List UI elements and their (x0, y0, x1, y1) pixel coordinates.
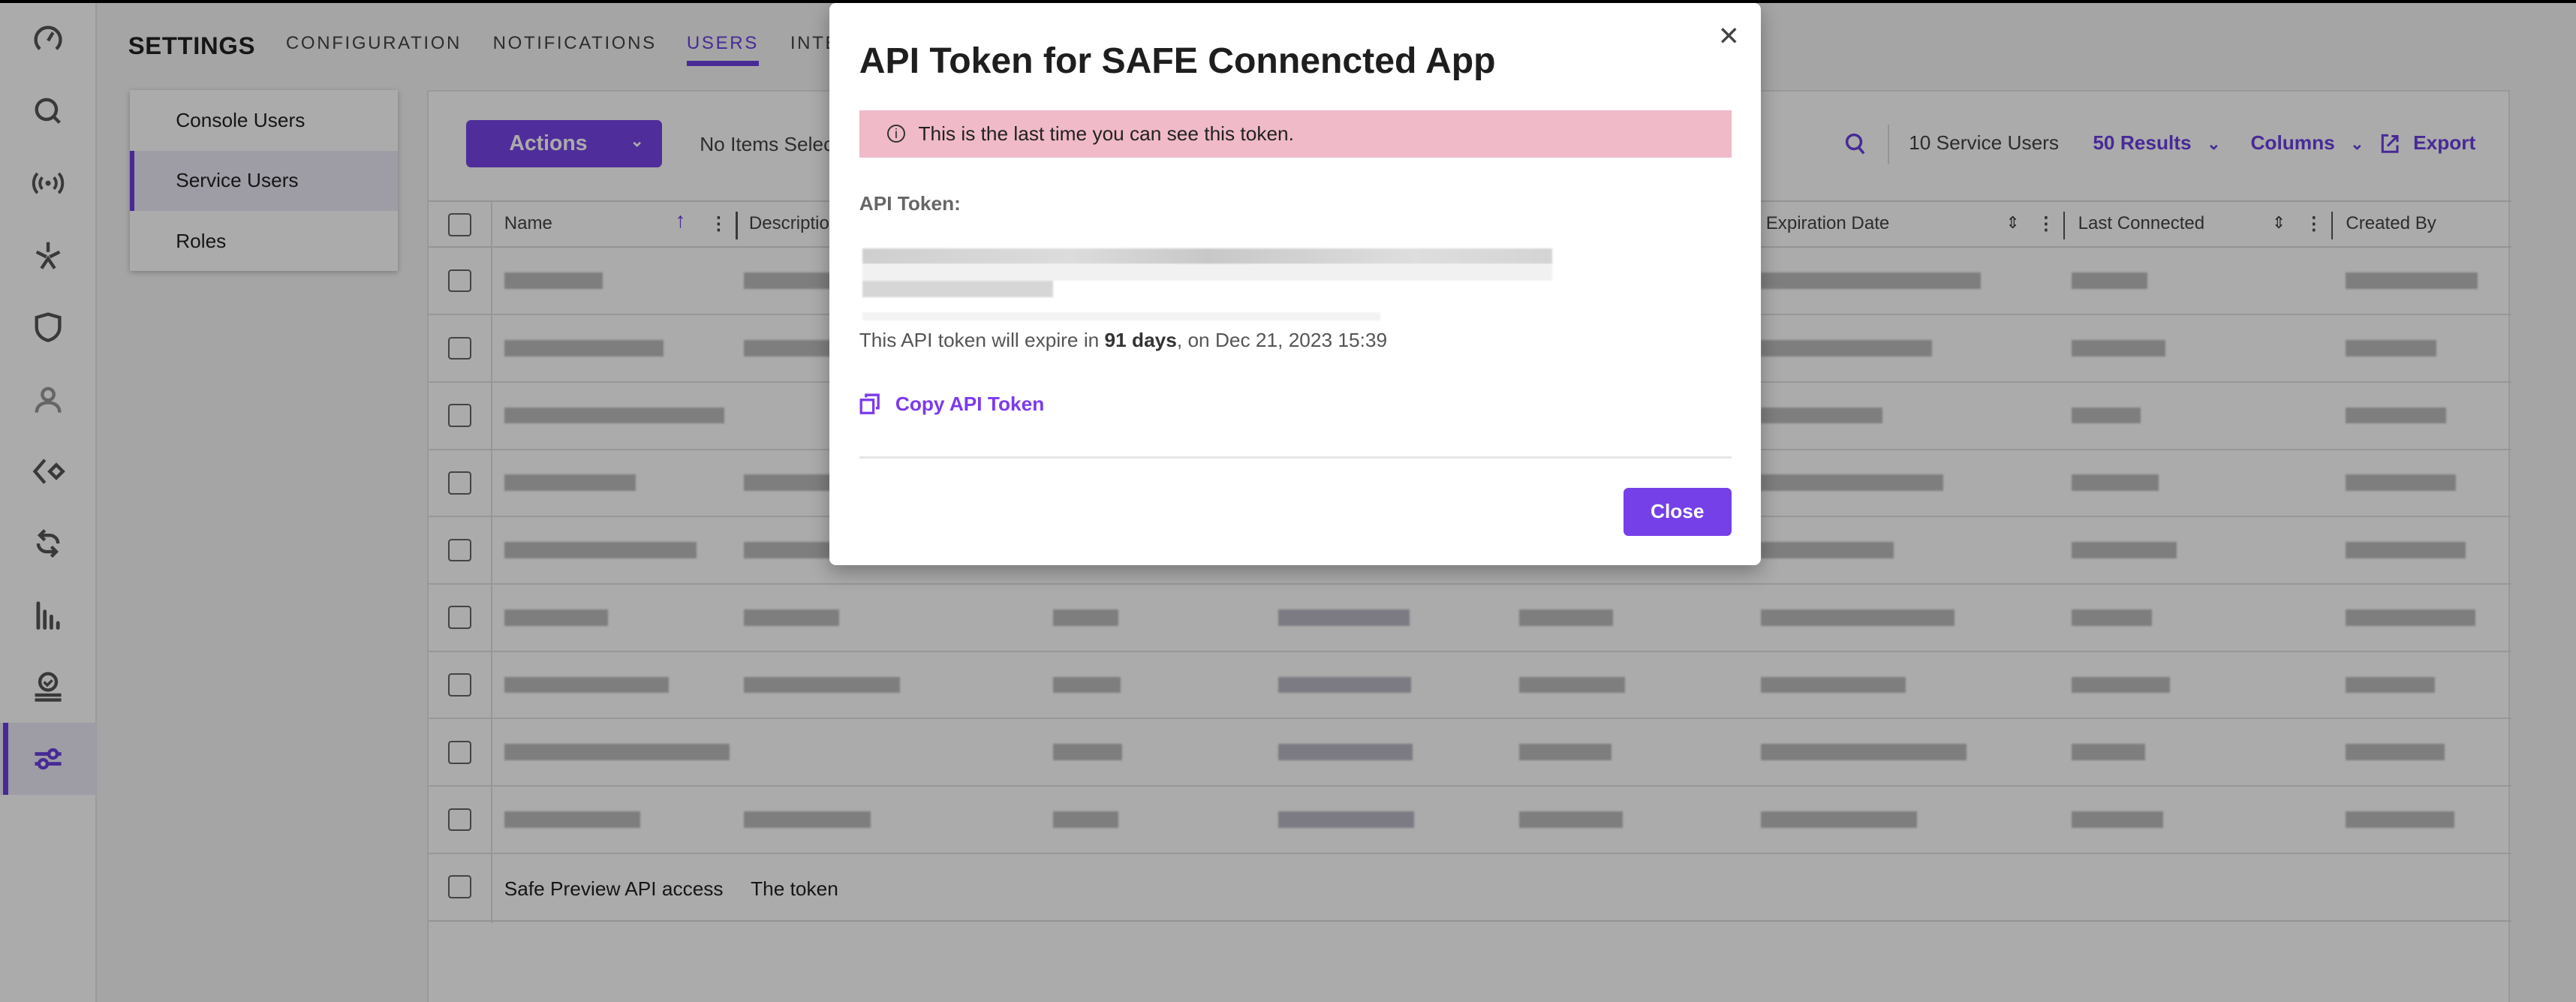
info-icon: i (886, 125, 905, 143)
redacted-token (862, 311, 1380, 320)
modal-title: API Token for SAFE Connencted App (859, 40, 1496, 81)
close-button[interactable]: Close (1623, 488, 1732, 536)
expiry-date: , on Dec 21, 2023 15:39 (1176, 328, 1388, 351)
copy-label: Copy API Token (895, 393, 1045, 416)
redacted-token (862, 264, 1553, 281)
api-token-modal: API Token for SAFE Connencted App ✕ i Th… (829, 3, 1762, 565)
copy-token-button[interactable]: Copy API Token (859, 393, 1045, 416)
copy-icon (859, 393, 880, 415)
close-icon[interactable]: ✕ (1718, 21, 1740, 52)
modal-divider (859, 456, 1732, 459)
window-top-border (0, 0, 2576, 4)
expiry-prefix: This API token will expire in (859, 328, 1105, 351)
redacted-token (862, 248, 1553, 265)
app-root: SETTINGS CONFIGURATION NOTIFICATIONS USE… (0, 0, 2576, 1002)
expiry-days: 91 days (1104, 328, 1177, 351)
token-label: API Token: (859, 192, 961, 215)
alert-text: This is the last time you can see this t… (918, 122, 1294, 145)
expiry-text: This API token will expire in 91 days, o… (859, 329, 1387, 352)
warning-alert: i This is the last time you can see this… (859, 110, 1732, 158)
redacted-token (862, 281, 1053, 298)
